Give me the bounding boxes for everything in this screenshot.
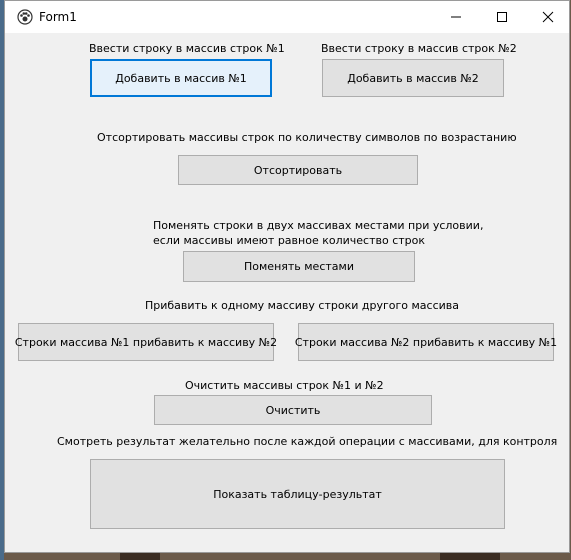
label-swap-line1: Поменять строки в двух массивах местами …	[153, 219, 484, 232]
close-button[interactable]	[525, 1, 571, 33]
app-icon	[17, 9, 33, 25]
clear-button[interactable]: Очистить	[154, 395, 432, 425]
label-clear: Очистить массивы строк №1 и №2	[185, 379, 384, 392]
label-input-array2: Ввести строку в массив строк №2	[321, 42, 517, 55]
label-append: Прибавить к одному массиву строки другог…	[145, 299, 459, 312]
swap-button[interactable]: Поменять местами	[183, 251, 415, 282]
add-to-array1-button[interactable]: Добавить в массив №1	[90, 59, 272, 97]
form-window: Form1 Ввести строку в массив строк №1 Вв…	[4, 0, 570, 553]
label-result-hint: Смотреть результат желательно после кажд…	[57, 435, 558, 448]
append-array1-to-array2-button[interactable]: Строки массива №1 прибавить к массиву №2	[15, 323, 277, 361]
desktop-background-detail	[440, 553, 500, 560]
maximize-icon	[497, 12, 507, 22]
maximize-button[interactable]	[479, 1, 525, 33]
desktop-background-detail	[120, 553, 160, 560]
minimize-icon	[451, 16, 461, 18]
label-swap-line2: если массивы имеют равное количество стр…	[153, 234, 426, 247]
label-input-array1: Ввести строку в массив строк №1	[89, 42, 285, 55]
window-title: Form1	[39, 10, 77, 24]
add-to-array2-button[interactable]: Добавить в массив №2	[322, 59, 504, 97]
sort-button[interactable]: Отсортировать	[178, 155, 418, 185]
title-bar[interactable]: Form1	[5, 1, 569, 33]
label-sort: Отсортировать массивы строк по количеств…	[97, 131, 517, 144]
append-array2-to-array1-button[interactable]: Строки массива №2 прибавить к массиву №1	[295, 323, 557, 361]
close-icon	[542, 11, 554, 23]
show-result-table-button[interactable]: Показать таблицу-результат	[90, 459, 505, 529]
minimize-button[interactable]	[433, 1, 479, 33]
